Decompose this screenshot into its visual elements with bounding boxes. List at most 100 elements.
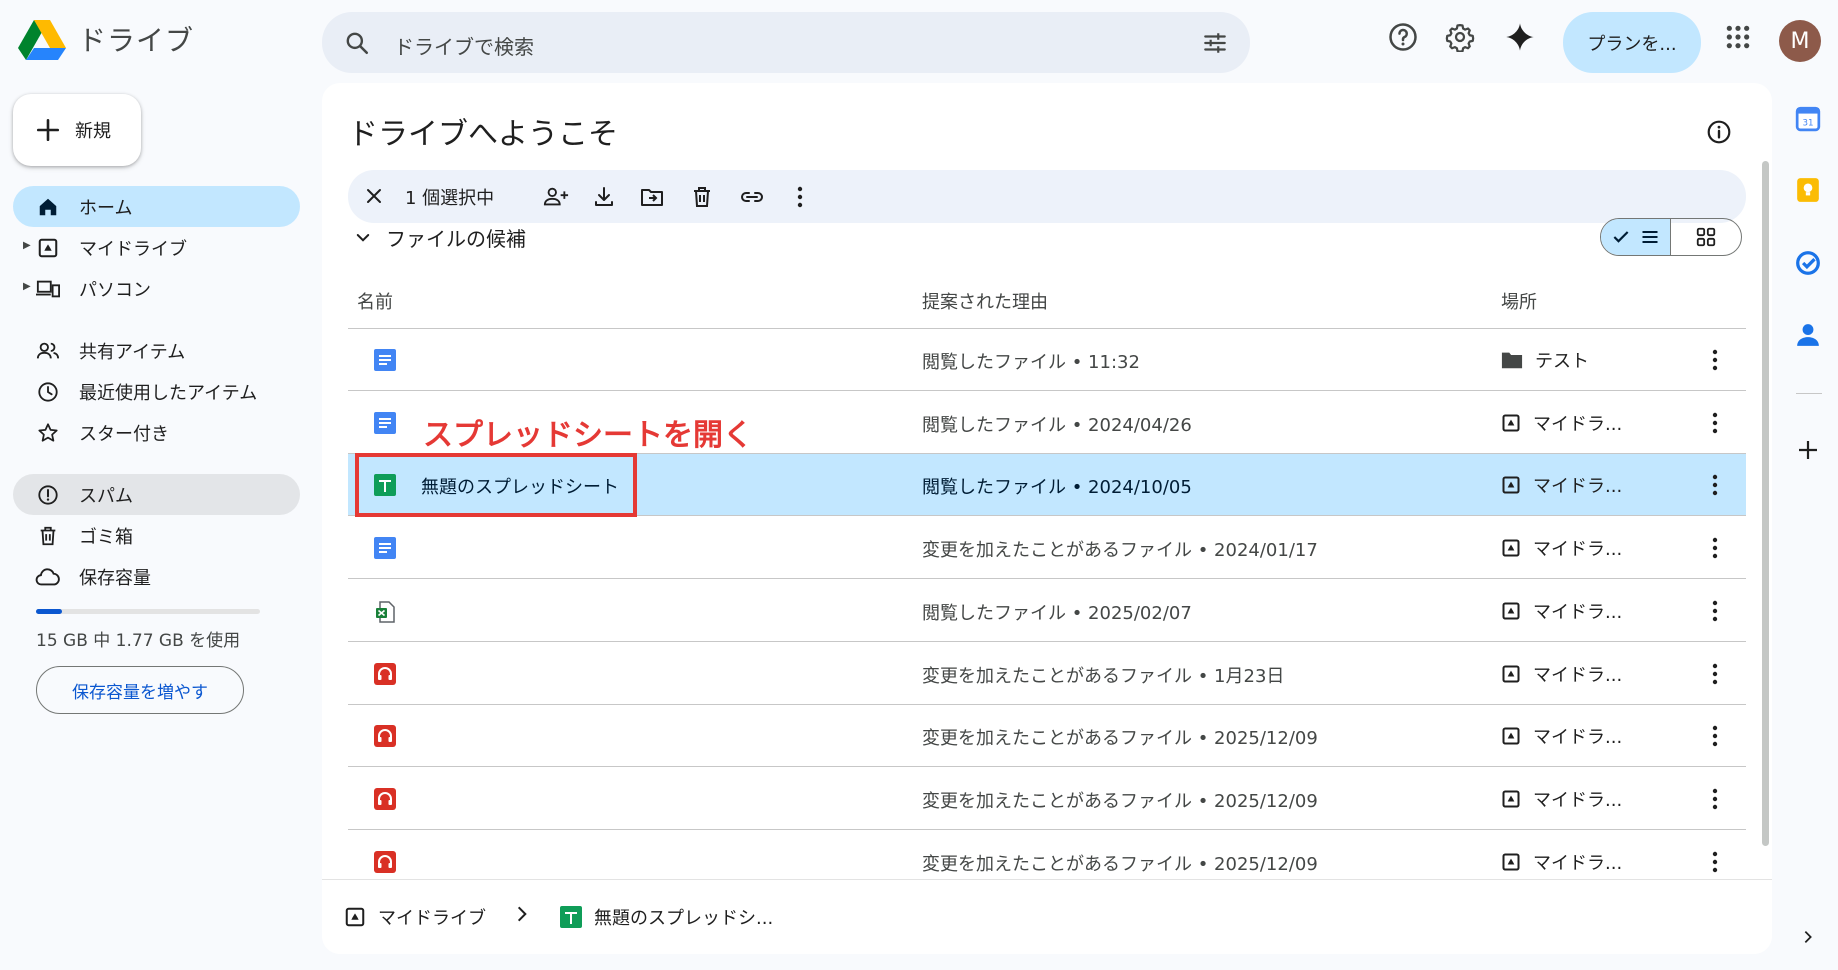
sidebar-item-label: 保存容量 xyxy=(79,567,151,589)
move-to-folder-icon[interactable] xyxy=(638,183,666,211)
chevron-right-icon xyxy=(512,904,532,924)
storage-usage-text: 15 GB 中 1.77 GB を使用 xyxy=(36,631,241,651)
caret-right-icon[interactable]: ▶ xyxy=(23,281,31,292)
grid-view-button[interactable] xyxy=(1671,219,1741,255)
table-row[interactable]: 変更を加えたことがあるファイル • 2025/12/09 マイドラ... xyxy=(348,705,1746,768)
drive-logo-icon xyxy=(18,20,66,60)
more-options-icon[interactable] xyxy=(1703,472,1727,498)
suggestion-reason: 変更を加えたことがあるファイル • 2025/12/09 xyxy=(922,853,1318,875)
new-button[interactable]: 新規 xyxy=(13,94,141,166)
tasks-icon[interactable] xyxy=(1792,247,1824,279)
more-options-icon[interactable] xyxy=(1703,849,1727,875)
expand-panel-chevron-icon[interactable] xyxy=(1792,921,1824,953)
location-label: マイドラ... xyxy=(1533,852,1623,874)
sidebar-item-trash[interactable]: ゴミ箱 xyxy=(13,515,300,556)
column-header-name[interactable]: 名前 xyxy=(357,288,393,314)
more-options-icon[interactable] xyxy=(1703,723,1727,749)
help-icon[interactable] xyxy=(1386,20,1420,54)
clock-icon xyxy=(35,379,61,405)
my-drive-icon xyxy=(1501,538,1521,558)
grid-icon xyxy=(1696,227,1716,247)
caret-right-icon[interactable]: ▶ xyxy=(23,240,31,251)
info-icon[interactable] xyxy=(1706,119,1732,149)
file-location[interactable]: マイドラ... xyxy=(1501,723,1622,749)
keep-notes-icon[interactable] xyxy=(1792,174,1824,206)
suggested-files-toggle[interactable]: ファイルの候補 xyxy=(354,223,526,252)
shared-icon xyxy=(35,338,61,364)
location-label: マイドラ... xyxy=(1533,664,1623,686)
get-more-storage-button[interactable]: 保存容量を増やす xyxy=(36,666,244,714)
more-options-icon[interactable] xyxy=(1703,786,1727,812)
delete-trash-icon[interactable] xyxy=(688,183,716,211)
sheets-file-icon xyxy=(560,906,582,928)
table-row[interactable]: 閲覧したファイル • 11:32 テスト xyxy=(348,329,1746,391)
storage-usage-fill xyxy=(36,609,63,614)
location-label: マイドラ... xyxy=(1533,476,1623,498)
more-actions-icon[interactable] xyxy=(786,183,814,211)
more-options-icon[interactable] xyxy=(1703,598,1727,624)
rail-divider xyxy=(1796,393,1822,394)
file-location[interactable]: マイドラ... xyxy=(1501,661,1622,687)
selection-toolbar: 1 個選択中 xyxy=(348,170,1746,223)
chevron-down-icon xyxy=(356,233,370,242)
more-options-icon[interactable] xyxy=(1703,410,1727,436)
apps-grid-icon[interactable] xyxy=(1721,20,1755,54)
gemini-sparkle-icon[interactable] xyxy=(1503,20,1537,54)
sidebar-item-label: マイドライブ xyxy=(79,238,187,260)
breadcrumb-my-drive[interactable]: マイドライブ xyxy=(344,904,486,930)
search-icon[interactable] xyxy=(344,30,370,56)
file-location[interactable]: マイドラ... xyxy=(1501,598,1622,624)
file-location[interactable]: マイドラ... xyxy=(1501,786,1622,812)
suggestion-reason: 変更を加えたことがあるファイル • 1月23日 xyxy=(922,665,1285,687)
contacts-icon[interactable] xyxy=(1792,319,1824,351)
add-addon-plus-icon[interactable] xyxy=(1792,434,1824,466)
sidebar-item-storage[interactable]: 保存容量 xyxy=(13,556,300,597)
audio-file-icon xyxy=(374,725,396,748)
more-options-icon[interactable] xyxy=(1703,661,1727,687)
settings-gear-icon[interactable] xyxy=(1443,20,1477,54)
file-location[interactable]: マイドラ... xyxy=(1501,410,1622,436)
my-drive-icon xyxy=(1501,475,1521,495)
table-row[interactable]: 変更を加えたことがあるファイル • 2024/01/17 マイドラ... xyxy=(348,517,1746,580)
table-row[interactable]: 変更を加えたことがあるファイル • 1月23日 マイドラ... xyxy=(348,643,1746,705)
sidebar-item-computers[interactable]: ▶ パソコン xyxy=(13,268,300,309)
copy-link-icon[interactable] xyxy=(738,183,766,211)
file-location[interactable]: マイドラ... xyxy=(1501,849,1622,875)
my-drive-icon xyxy=(1501,726,1521,746)
more-options-icon[interactable] xyxy=(1703,347,1727,373)
sidebar-item-label: 最近使用したアイテム xyxy=(79,382,258,404)
search-input[interactable]: ドライブで検索 xyxy=(394,31,534,60)
more-options-icon[interactable] xyxy=(1703,535,1727,561)
docs-file-icon xyxy=(374,411,396,434)
suggestion-reason: 閲覧したファイル • 2025/02/07 xyxy=(922,602,1192,624)
vertical-scrollbar[interactable] xyxy=(1762,161,1769,846)
docs-file-icon xyxy=(374,349,396,371)
file-location[interactable]: マイドラ... xyxy=(1501,535,1622,561)
table-row[interactable]: 閲覧したファイル • 2025/02/07 マイドラ... xyxy=(348,580,1746,642)
calendar-icon[interactable]: 31 xyxy=(1792,103,1824,135)
share-add-person-icon[interactable] xyxy=(542,183,570,211)
sidebar-item-home[interactable]: ホーム xyxy=(13,186,300,227)
my-drive-icon xyxy=(1501,601,1521,621)
sidebar-item-shared[interactable]: 共有アイテム xyxy=(13,330,300,371)
breadcrumb-file[interactable]: 無題のスプレッドシ... xyxy=(560,904,773,930)
sidebar-item-recent[interactable]: 最近使用したアイテム xyxy=(13,371,300,412)
search-options-icon[interactable] xyxy=(1202,30,1228,56)
star-icon xyxy=(35,420,61,446)
sidebar-item-spam[interactable]: スパム xyxy=(13,474,300,515)
sidebar-item-starred[interactable]: スター付き xyxy=(13,412,300,453)
suggestion-reason: 閲覧したファイル • 2024/10/05 xyxy=(922,477,1192,499)
account-avatar[interactable]: M xyxy=(1779,20,1821,62)
drive-logo[interactable]: ドライブ xyxy=(18,18,194,60)
table-row[interactable]: 変更を加えたことがあるファイル • 2025/12/09 マイドラ... xyxy=(348,768,1746,830)
search-bar[interactable]: ドライブで検索 xyxy=(322,12,1250,73)
download-icon[interactable] xyxy=(590,183,618,211)
sidebar-item-label: パソコン xyxy=(79,279,151,301)
location-label: マイドラ... xyxy=(1533,601,1623,623)
file-location[interactable]: マイドラ... xyxy=(1501,472,1622,498)
upgrade-plan-button[interactable]: プランを... xyxy=(1563,12,1701,73)
list-view-button[interactable] xyxy=(1601,219,1671,255)
sidebar-item-my-drive[interactable]: ▶ マイドライブ xyxy=(13,227,300,268)
file-location[interactable]: テスト xyxy=(1501,347,1589,373)
clear-selection-icon[interactable] xyxy=(362,184,386,212)
